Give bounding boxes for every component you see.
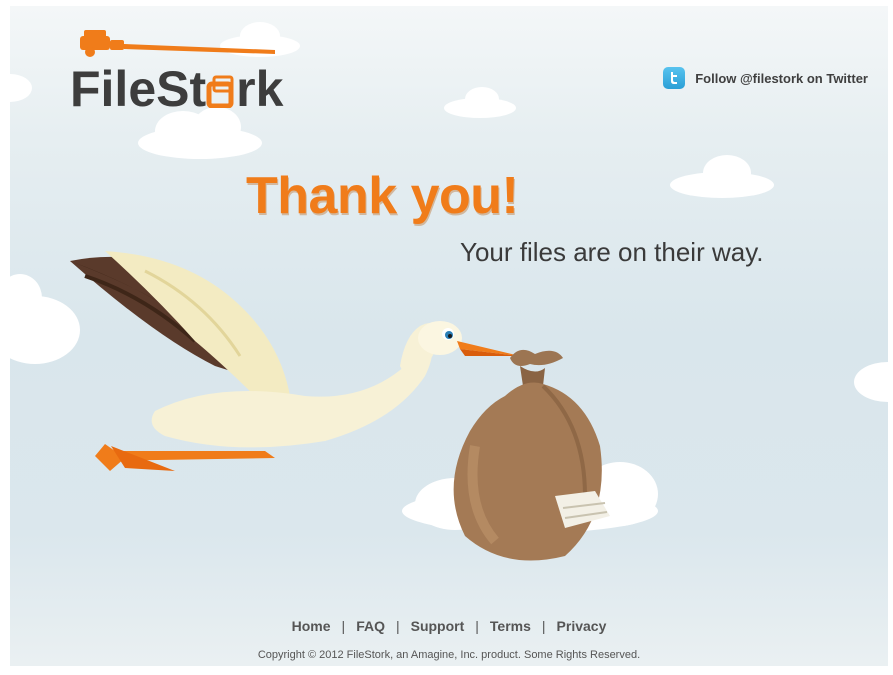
footer-link-support[interactable]: Support	[400, 618, 476, 634]
cloud-decoration	[670, 155, 774, 198]
stork-illustration	[70, 251, 610, 561]
copyright-text: Copyright © 2012 FileStork, an Amagine, …	[257, 649, 641, 661]
footer-link-privacy[interactable]: Privacy	[546, 618, 618, 634]
cloud-decoration	[10, 74, 32, 102]
twitter-follow-label: Follow @filestork on Twitter	[695, 70, 868, 86]
logo-wordmark: FileSt rk	[70, 61, 284, 117]
cloud-decoration	[444, 87, 516, 118]
filestork-logo[interactable]: FileSt rk	[70, 24, 330, 117]
footer-link-faq[interactable]: FAQ	[345, 618, 396, 634]
page-title: Thank you!	[246, 167, 519, 225]
footer-nav: Home | FAQ | Support | Terms | Privacy	[10, 618, 888, 634]
sky-background: FileSt rk Follow @filestork on Twitter T…	[10, 6, 888, 666]
twitter-icon	[663, 67, 686, 89]
twitter-follow-link[interactable]: Follow @filestork on Twitter	[663, 67, 868, 89]
box-o-icon	[206, 61, 236, 117]
footer-link-terms[interactable]: Terms	[479, 618, 542, 634]
footer-link-home[interactable]: Home	[281, 618, 342, 634]
cloud-decoration	[854, 362, 888, 402]
page: FileSt rk Follow @filestork on Twitter T…	[0, 0, 893, 675]
